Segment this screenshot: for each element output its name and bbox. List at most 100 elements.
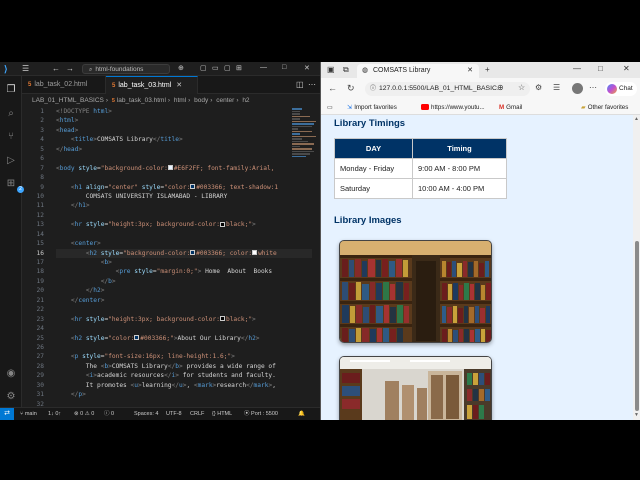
code-line[interactable]: <body style="background-color: #E6F2FF; f… [56, 164, 312, 173]
refresh-icon[interactable]: ↻ [347, 83, 355, 94]
code-line[interactable]: COMSATS UNIVERSITY ISLAMABAD - LIBRARY [56, 192, 312, 201]
toggle-sidebar-icon[interactable]: ▢ [200, 64, 207, 72]
extensions-puzzle-icon[interactable]: ⚙ [535, 83, 542, 92]
code-line[interactable]: <h2 style="color: #003366;">About Our Lib… [56, 334, 312, 343]
scroll-thumb[interactable] [635, 241, 639, 411]
code-line[interactable]: </h2> [56, 286, 312, 295]
code-line[interactable]: <hr style="height:3px; background-color:… [56, 315, 312, 324]
breadcrumb-h2[interactable]: h2 [242, 97, 249, 104]
address-bar[interactable]: ⓘ 127.0.0.1:5500/LAB_01_HTML_BASIC... [365, 82, 530, 96]
maximize-icon[interactable]: □ [598, 64, 603, 73]
bookmark-gmail[interactable]: M Gmail [499, 100, 522, 115]
page-scrollbar[interactable]: ▲ ▼ [633, 115, 640, 420]
code-line[interactable]: <head> [56, 126, 312, 135]
explorer-icon[interactable]: ❐ [5, 84, 17, 96]
browser-tab-active[interactable]: ◍ COMSATS Library ✕ [357, 64, 479, 78]
code-line[interactable]: <h1 align="center" style="color: #003366;… [56, 183, 312, 192]
bookmark-import[interactable]: ⇲ Import favorites [347, 100, 397, 115]
back-icon[interactable]: ← [328, 83, 337, 93]
source-control-icon[interactable]: ⑂ [5, 131, 17, 143]
code-editor[interactable]: 1 2 3 4 5 6 7 8 9 10 11 12 13 14 15 16 17 18 19 20 21 22 23 24 2… [22, 107, 320, 407]
code-line[interactable]: </h1> [56, 201, 312, 210]
layout-icon[interactable]: ⊞ [236, 64, 242, 72]
code-line[interactable]: <b> [56, 258, 312, 267]
code-line[interactable]: </b> [56, 277, 312, 286]
command-center-search[interactable]: ⌕ html-foundations [82, 64, 170, 74]
code-lines[interactable]: <!DOCTYPE html> <html> <head> <title>COMSA… [56, 107, 312, 407]
forward-arrow-icon[interactable]: → [66, 64, 74, 73]
live-server-status[interactable]: ⦿ Port : 5500 [244, 408, 278, 420]
code-line[interactable]: <pre style="margin:0;"> Home About Books [56, 267, 312, 276]
code-line[interactable]: <h2 style="background-color: #003366; col… [56, 248, 312, 258]
other-favorites[interactable]: ▰ Other favorites [581, 100, 628, 115]
menu-icon[interactable]: ☰ [22, 64, 29, 73]
breadcrumb-file[interactable]: lab_task_03.html [117, 97, 166, 104]
encoding-status[interactable]: UTF-8 [166, 408, 182, 420]
sync-status[interactable]: 1↓ 0↑ [48, 408, 61, 420]
close-tab-icon[interactable]: ✕ [176, 82, 182, 89]
sidebar-toggle-icon[interactable]: ▭ [327, 100, 333, 115]
code-line[interactable]: </head> [56, 145, 312, 154]
tab-actions-icon[interactable]: ⧉ [343, 65, 349, 75]
copilot-icon[interactable]: ⊕ [178, 64, 184, 72]
code-line[interactable]: The <b>COMSATS Library</b> provides a wi… [56, 362, 312, 371]
breadcrumb-body[interactable]: body [194, 97, 208, 104]
language-status[interactable]: {} HTML [212, 408, 232, 420]
breadcrumb-folder[interactable]: LAB_01_HTML_BASICS [32, 97, 104, 104]
notifications-icon[interactable]: 🔔 [298, 408, 305, 420]
workspaces-icon[interactable]: ▣ [327, 65, 335, 74]
code-line[interactable]: <i>academic resources</i> for students a… [56, 371, 312, 380]
copilot-chat-button[interactable]: Chat [605, 82, 637, 96]
extensions-icon[interactable]: ⊞ 2 [5, 178, 24, 193]
minimize-icon[interactable]: — [260, 64, 267, 71]
run-debug-icon[interactable]: ▷ [5, 155, 17, 167]
breadcrumb-html[interactable]: html [174, 97, 186, 104]
scroll-up-icon[interactable]: ▲ [634, 116, 639, 122]
code-line[interactable]: <p style="font-size:16px; line-height:1.… [56, 352, 312, 361]
problems-status[interactable]: ⊗ 0 ⚠ 0 [74, 408, 94, 420]
split-editor-icon[interactable]: ◫ [296, 80, 304, 89]
profile-avatar[interactable] [572, 83, 583, 94]
favorites-icon[interactable]: ☰ [553, 83, 560, 92]
code-line[interactable]: <title>COMSATS Library</title> [56, 135, 312, 144]
tab-lab-task-03[interactable]: 5 lab_task_03.html ✕ [106, 76, 198, 94]
branch-status[interactable]: ⑂ main [20, 408, 37, 420]
minimize-icon[interactable]: — [573, 64, 581, 73]
code-line[interactable] [56, 343, 312, 352]
more-menu-icon[interactable]: ⋯ [589, 83, 597, 92]
indentation-status[interactable]: Spaces: 4 [134, 408, 158, 420]
code-line[interactable]: </p> [56, 390, 312, 399]
zoom-icon[interactable]: ⊕ [497, 83, 504, 92]
code-line[interactable]: It promotes <u>learning</u>, <mark>resea… [56, 381, 312, 390]
favorite-star-icon[interactable]: ☆ [518, 83, 525, 92]
toggle-panel-icon[interactable]: ▭ [212, 64, 219, 72]
code-line[interactable] [56, 173, 312, 182]
search-view-icon[interactable]: ⌕ [5, 108, 17, 120]
code-line[interactable]: <!DOCTYPE html> [56, 107, 312, 116]
more-actions-icon[interactable]: ⋯ [308, 80, 316, 89]
tab-lab-task-02[interactable]: 5 lab_task_02.html [22, 76, 106, 94]
close-tab-icon[interactable]: ✕ [467, 64, 473, 78]
close-icon[interactable]: ✕ [304, 64, 310, 72]
code-line[interactable]: <center> [56, 239, 312, 248]
toggle-secondary-sidebar-icon[interactable]: ▢ [224, 64, 231, 72]
remote-icon[interactable]: ⇄ [0, 408, 14, 420]
account-icon[interactable]: ◉ [5, 368, 17, 380]
code-line[interactable] [56, 211, 312, 220]
code-line[interactable] [56, 230, 312, 239]
scroll-down-icon[interactable]: ▼ [634, 412, 639, 418]
new-tab-icon[interactable]: + [485, 65, 490, 74]
code-line[interactable] [56, 154, 312, 163]
bookmark-youtube[interactable]: https://www.youtu... [421, 100, 485, 115]
code-line[interactable] [56, 324, 312, 333]
eol-status[interactable]: CRLF [190, 408, 204, 420]
breadcrumb-center[interactable]: center [216, 97, 234, 104]
minimap[interactable] [290, 107, 320, 187]
settings-gear-icon[interactable]: ⚙ [5, 391, 17, 403]
code-line[interactable]: <html> [56, 116, 312, 125]
info-status[interactable]: ⓘ 0 [104, 408, 114, 420]
code-line[interactable]: <hr style="height:3px; background-color:… [56, 220, 312, 229]
maximize-icon[interactable]: □ [282, 64, 286, 71]
code-line[interactable] [56, 305, 312, 314]
code-line[interactable]: </center> [56, 296, 312, 305]
